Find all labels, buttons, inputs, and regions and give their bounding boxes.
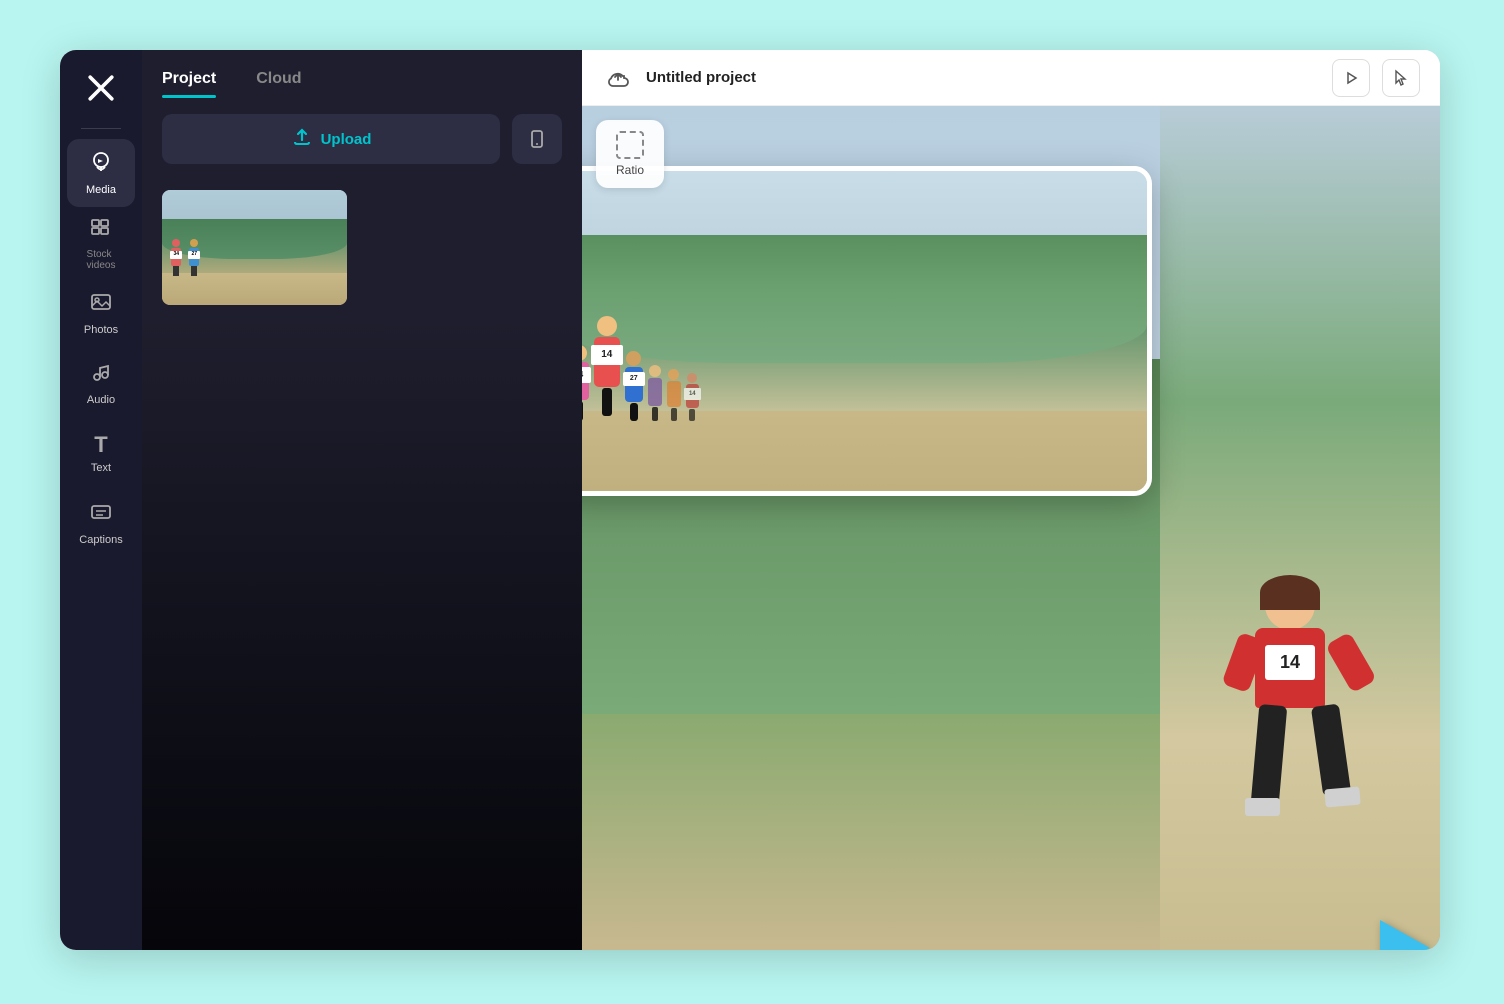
sidebar-item-stock-label: Stockvideos xyxy=(87,249,116,271)
ratio-button[interactable]: Ratio xyxy=(596,120,664,188)
sidebar-item-audio[interactable]: Audio xyxy=(67,349,135,417)
text-icon: T xyxy=(94,432,107,458)
pointer-button[interactable] xyxy=(1382,59,1420,97)
sidebar: Media Stockvideos xyxy=(60,50,142,950)
sidebar-item-audio-label: Audio xyxy=(87,394,115,406)
sidebar-item-media-label: Media xyxy=(86,184,116,196)
photos-icon xyxy=(89,290,113,320)
preview-race-scene: 34 14 xyxy=(582,171,1147,491)
media-icon xyxy=(89,150,113,180)
ratio-label: Ratio xyxy=(616,163,644,177)
sidebar-item-text[interactable]: T Text xyxy=(67,419,135,487)
panel-gradient-overlay xyxy=(142,315,582,950)
media-panel: Project Cloud Upload xyxy=(142,50,582,950)
project-title: Untitled project xyxy=(646,69,1320,86)
preview-ground xyxy=(582,411,1147,491)
right-runner-area: 14 xyxy=(1160,106,1440,950)
cloud-save-icon[interactable] xyxy=(602,62,634,94)
media-tabs: Project Cloud xyxy=(142,50,582,98)
media-grid: 34 27 xyxy=(142,180,582,315)
sidebar-item-stock-videos[interactable]: Stockvideos xyxy=(67,209,135,277)
cursor-arrow-shape xyxy=(1380,920,1430,950)
app-logo[interactable] xyxy=(79,66,123,110)
mobile-button[interactable] xyxy=(512,114,562,164)
sidebar-item-media[interactable]: Media xyxy=(67,139,135,207)
app-container: Media Stockvideos xyxy=(60,50,1440,950)
ratio-icon xyxy=(616,131,644,159)
sidebar-item-text-label: Text xyxy=(91,462,111,474)
audio-icon xyxy=(89,360,113,390)
sidebar-item-photos-label: Photos xyxy=(84,324,118,336)
tab-project[interactable]: Project xyxy=(162,70,216,98)
captions-icon xyxy=(89,500,113,530)
main-video-preview: 34 14 xyxy=(582,166,1152,496)
sidebar-item-captions-label: Captions xyxy=(79,534,122,546)
upload-label: Upload xyxy=(321,131,372,148)
preview-header: Untitled project xyxy=(582,50,1440,106)
media-thumbnail-1[interactable]: 34 27 xyxy=(162,190,347,305)
sidebar-divider xyxy=(81,128,121,129)
upload-button[interactable]: Upload xyxy=(162,114,500,164)
play-button[interactable] xyxy=(1332,59,1370,97)
media-actions: Upload xyxy=(142,98,582,180)
sidebar-item-captions[interactable]: Captions xyxy=(67,489,135,557)
stock-videos-icon xyxy=(89,215,113,245)
preview-canvas: Ratio xyxy=(582,106,1440,950)
preview-area: Untitled project Ratio xyxy=(582,50,1440,950)
tab-cloud[interactable]: Cloud xyxy=(256,70,301,98)
sidebar-item-photos[interactable]: Photos xyxy=(67,279,135,347)
upload-icon xyxy=(291,126,313,153)
